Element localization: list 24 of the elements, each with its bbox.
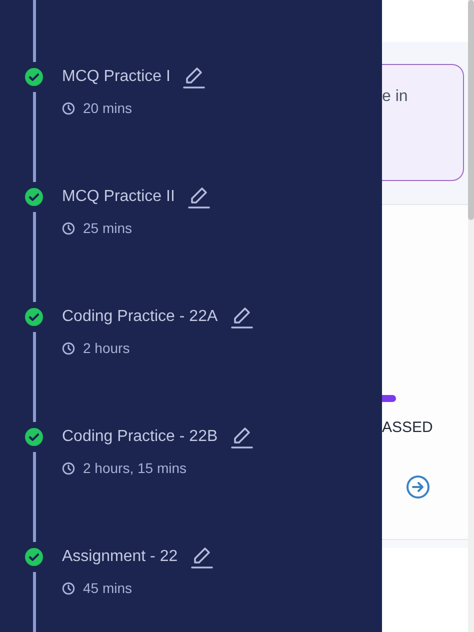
edit-icon[interactable] xyxy=(182,65,206,89)
duration-text: 45 mins xyxy=(83,579,132,598)
edit-icon[interactable] xyxy=(230,305,254,329)
item-title[interactable]: Assignment - 22 xyxy=(62,545,178,569)
clock-icon xyxy=(62,222,75,235)
edit-icon[interactable] xyxy=(230,425,254,449)
clock-icon xyxy=(62,582,75,595)
notice-text: e in xyxy=(382,88,408,105)
clock-icon xyxy=(62,342,75,355)
item-title[interactable]: Coding Practice - 22B xyxy=(62,425,218,449)
duration-text: 2 hours xyxy=(83,339,130,358)
item-title[interactable]: MCQ Practice II xyxy=(62,185,175,209)
clock-icon xyxy=(62,102,75,115)
arrow-circle-icon[interactable] xyxy=(406,474,430,498)
scrollbar-thumb[interactable] xyxy=(468,0,474,220)
status-text: ASSED xyxy=(382,418,434,438)
item-title[interactable]: Coding Practice - 22A xyxy=(62,305,218,329)
duration-text: 2 hours, 15 mins xyxy=(83,459,186,478)
duration-text: 25 mins xyxy=(83,219,132,238)
edit-icon[interactable] xyxy=(190,545,214,569)
edit-icon[interactable] xyxy=(186,185,211,209)
item-title[interactable]: MCQ Practice I xyxy=(62,65,170,89)
duration-text: 20 mins xyxy=(83,99,132,118)
clock-icon xyxy=(62,462,75,475)
